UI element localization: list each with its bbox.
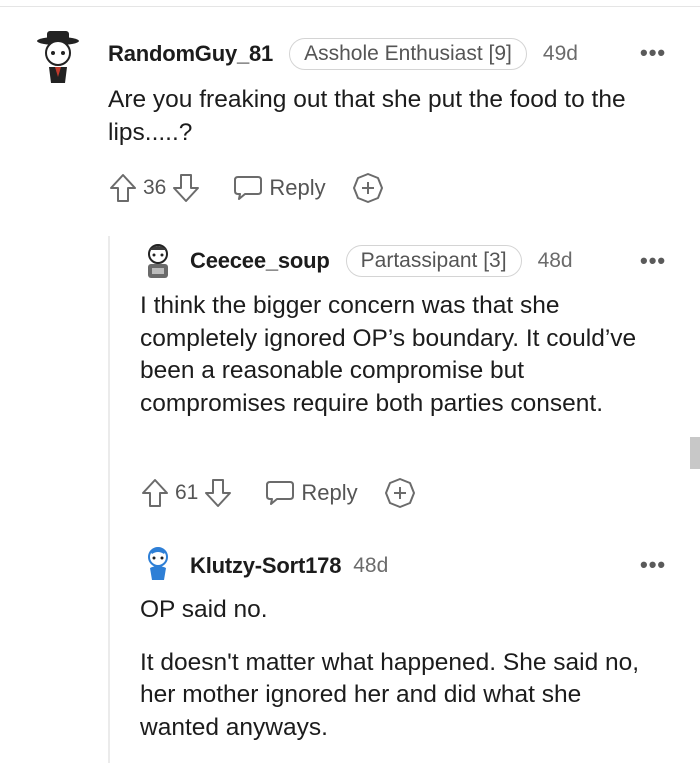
thread-line[interactable]: [108, 236, 110, 763]
comment-paragraph: I think the bigger concern was that she …: [140, 292, 637, 417]
arrow-down-icon[interactable]: [171, 172, 201, 204]
more-options-icon[interactable]: •••: [640, 552, 666, 578]
user-avatar-icon: [37, 31, 79, 83]
user-avatar-icon: [148, 244, 168, 278]
reply-label: Reply: [301, 480, 358, 505]
arrow-up-icon[interactable]: [108, 172, 138, 204]
user-flair: Partassipant [3]: [345, 245, 522, 277]
award-plus-icon[interactable]: [384, 477, 416, 509]
avatar[interactable]: [142, 546, 186, 590]
comment-paragraph: It doesn't matter what happened. She sai…: [140, 648, 640, 741]
comment-body: OP said no. It doesn't matter what happe…: [140, 594, 660, 744]
username[interactable]: Klutzy-Sort178: [190, 553, 341, 579]
reply-label: Reply: [269, 175, 326, 200]
scrollbar-thumb[interactable]: [690, 437, 700, 469]
comment-age: 48d: [353, 554, 389, 577]
comment-header: RandomGuy_81 Asshole Enthusiast [9] 49d: [108, 38, 578, 70]
comment-header: Klutzy-Sort178 48d: [190, 553, 388, 579]
username[interactable]: RandomGuy_81: [108, 41, 273, 67]
avatar[interactable]: [35, 29, 79, 83]
reply-button[interactable]: Reply: [233, 174, 326, 202]
reply-button[interactable]: Reply: [265, 479, 358, 507]
comment-header: Ceecee_soup Partassipant [3] 48d: [190, 245, 573, 277]
user-flair: Asshole Enthusiast [9]: [289, 38, 527, 70]
comment-age: 49d: [542, 42, 578, 65]
vote-count: 61: [175, 481, 199, 504]
award-plus-icon[interactable]: [352, 172, 384, 204]
more-options-icon[interactable]: •••: [640, 40, 666, 66]
comment-paragraph: Are you freaking out that she put the fo…: [108, 86, 626, 146]
comment-actions: 36 Reply: [108, 172, 384, 204]
comment-age: 48d: [537, 249, 573, 272]
comment-actions: 61 Reply: [140, 477, 416, 509]
user-avatar-icon: [148, 547, 168, 580]
arrow-up-icon[interactable]: [140, 477, 170, 509]
arrow-down-icon[interactable]: [203, 477, 233, 509]
top-divider: [0, 6, 700, 7]
speech-bubble-icon: [266, 481, 295, 505]
avatar[interactable]: [142, 244, 186, 288]
username[interactable]: Ceecee_soup: [190, 248, 330, 274]
comment-body: I think the bigger concern was that she …: [140, 290, 640, 420]
speech-bubble-icon: [234, 176, 263, 200]
comment-paragraph: OP said no.: [140, 596, 268, 623]
vote-count: 36: [143, 176, 167, 199]
more-options-icon[interactable]: •••: [640, 248, 666, 274]
comment-body: Are you freaking out that she put the fo…: [108, 84, 668, 149]
